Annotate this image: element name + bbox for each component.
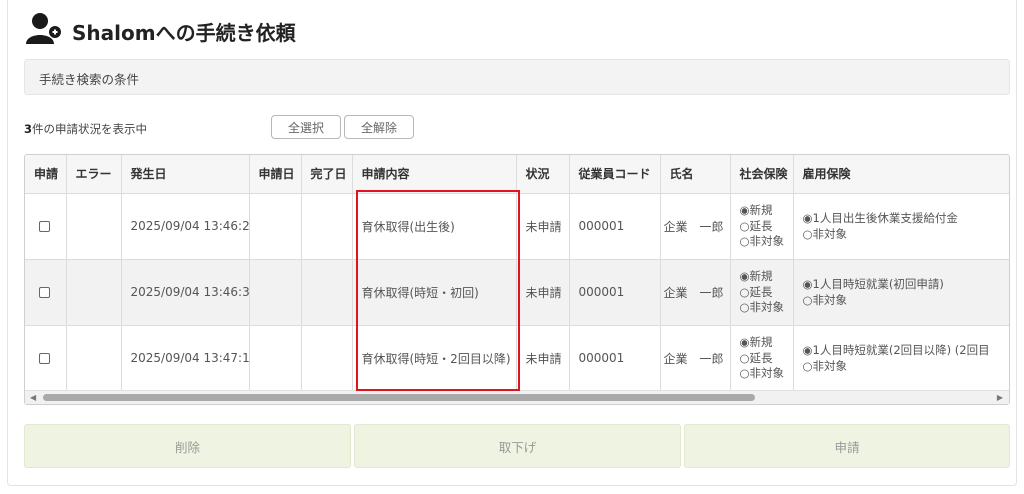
cell-status: 未申請 bbox=[516, 259, 570, 326]
col-header-completed: 完了日 bbox=[301, 155, 353, 194]
table-header-row: 申請 エラー 発生日 申請日 完了日 申請内容 状況 従業員コード 氏名 社会保… bbox=[25, 155, 1009, 194]
cell-name: 企業 一郎 bbox=[660, 259, 731, 326]
radio-employment-option[interactable]: ◉1人目時短就業(2回目以降) (2回目 bbox=[803, 343, 1010, 359]
cell-error bbox=[66, 193, 122, 260]
cell-name: 企業 一郎 bbox=[660, 325, 731, 392]
row-checkbox[interactable] bbox=[39, 353, 50, 364]
radio-not-applicable[interactable]: ○非対象 bbox=[740, 366, 793, 382]
social-insurance-options: ◉新規 ○延長 ○非対象 bbox=[730, 193, 794, 260]
cell-status: 未申請 bbox=[516, 325, 570, 392]
cell-employee-code: 000001 bbox=[569, 193, 661, 260]
cell-occurred: 2025/09/04 13:46:23 bbox=[121, 193, 250, 260]
request-table: 申請 エラー 発生日 申請日 完了日 申請内容 状況 従業員コード 氏名 社会保… bbox=[24, 154, 1010, 405]
delete-button[interactable]: 削除 bbox=[24, 424, 351, 468]
user-add-icon bbox=[24, 12, 70, 46]
radio-new[interactable]: ◉新規 bbox=[740, 203, 793, 219]
result-count-number: 3 bbox=[24, 122, 33, 136]
radio-new[interactable]: ◉新規 bbox=[740, 335, 793, 351]
result-count: 3件の申請状況を表示中 bbox=[24, 121, 147, 137]
select-all-button[interactable]: 全選択 bbox=[271, 115, 341, 139]
cell-completed bbox=[301, 325, 353, 392]
radio-employment-not-applicable[interactable]: ○非対象 bbox=[803, 227, 1010, 243]
scroll-right-arrow-icon[interactable]: ▶ bbox=[997, 393, 1003, 402]
employment-insurance-options: ◉1人目時短就業(初回申請) ○非対象 bbox=[793, 259, 1010, 326]
withdraw-button[interactable]: 取下げ bbox=[354, 424, 681, 468]
col-header-employment-insurance: 雇用保険 bbox=[793, 155, 1009, 194]
employment-insurance-options: ◉1人目出生後休業支援給付金 ○非対象 bbox=[793, 193, 1010, 260]
page-title: Shalomへの手続き依頼 bbox=[72, 21, 296, 45]
page-header: Shalomへの手続き依頼 bbox=[24, 10, 296, 46]
search-conditions-label: 手続き検索の条件 bbox=[39, 72, 140, 87]
radio-extend[interactable]: ○延長 bbox=[740, 351, 793, 367]
employment-insurance-options: ◉1人目時短就業(2回目以降) (2回目 ○非対象 bbox=[793, 325, 1010, 392]
cell-completed bbox=[301, 193, 353, 260]
cell-content: 育休取得(時短・初回) bbox=[352, 259, 517, 326]
col-header-applied: 申請日 bbox=[249, 155, 302, 194]
cell-applied bbox=[249, 193, 302, 260]
col-header-error: エラー bbox=[66, 155, 122, 194]
cell-occurred: 2025/09/04 13:46:36 bbox=[121, 259, 250, 326]
table-row: 2025/09/04 13:47:15 育休取得(時短・2回目以降) 未申請 0… bbox=[25, 325, 1010, 392]
radio-employment-option[interactable]: ◉1人目時短就業(初回申請) bbox=[803, 277, 1010, 293]
col-header-social-insurance: 社会保険 bbox=[730, 155, 794, 194]
col-header-occurred: 発生日 bbox=[121, 155, 250, 194]
scrollbar-thumb[interactable] bbox=[43, 394, 755, 401]
cell-error bbox=[66, 259, 122, 326]
radio-new[interactable]: ◉新規 bbox=[740, 269, 793, 285]
scroll-left-arrow-icon[interactable]: ◀ bbox=[30, 393, 36, 402]
col-header-employee-code: 従業員コード bbox=[569, 155, 661, 194]
table-row: 2025/09/04 13:46:36 育休取得(時短・初回) 未申請 0000… bbox=[25, 259, 1010, 326]
cell-employee-code: 000001 bbox=[569, 325, 661, 392]
cell-occurred: 2025/09/04 13:47:15 bbox=[121, 325, 250, 392]
col-header-status: 状況 bbox=[516, 155, 570, 194]
cell-name: 企業 一郎 bbox=[660, 193, 731, 260]
cell-content: 育休取得(時短・2回目以降) bbox=[352, 325, 517, 392]
col-header-apply: 申請 bbox=[25, 155, 67, 194]
cell-applied bbox=[249, 259, 302, 326]
social-insurance-options: ◉新規 ○延長 ○非対象 bbox=[730, 325, 794, 392]
cell-applied bbox=[249, 325, 302, 392]
table-row: 2025/09/04 13:46:23 育休取得(出生後) 未申請 000001… bbox=[25, 193, 1010, 260]
radio-extend[interactable]: ○延長 bbox=[740, 285, 793, 301]
horizontal-scrollbar[interactable]: ◀ ▶ bbox=[25, 390, 1009, 404]
radio-employment-not-applicable[interactable]: ○非対象 bbox=[803, 293, 1010, 309]
col-header-name: 氏名 bbox=[660, 155, 731, 194]
cell-employee-code: 000001 bbox=[569, 259, 661, 326]
cell-error bbox=[66, 325, 122, 392]
radio-employment-not-applicable[interactable]: ○非対象 bbox=[803, 359, 1010, 375]
apply-button[interactable]: 申請 bbox=[684, 424, 1010, 468]
cell-completed bbox=[301, 259, 353, 326]
row-checkbox[interactable] bbox=[39, 287, 50, 298]
search-conditions-panel[interactable]: 手続き検索の条件 bbox=[24, 59, 1010, 95]
radio-extend[interactable]: ○延長 bbox=[740, 219, 793, 235]
row-checkbox[interactable] bbox=[39, 221, 50, 232]
radio-employment-option[interactable]: ◉1人目出生後休業支援給付金 bbox=[803, 211, 1010, 227]
result-count-text: 件の申請状況を表示中 bbox=[32, 122, 148, 136]
cell-status: 未申請 bbox=[516, 193, 570, 260]
cell-content: 育休取得(出生後) bbox=[352, 193, 517, 260]
social-insurance-options: ◉新規 ○延長 ○非対象 bbox=[730, 259, 794, 326]
col-header-content: 申請内容 bbox=[352, 155, 517, 194]
radio-not-applicable[interactable]: ○非対象 bbox=[740, 300, 793, 316]
radio-not-applicable[interactable]: ○非対象 bbox=[740, 234, 793, 250]
clear-all-button[interactable]: 全解除 bbox=[344, 115, 414, 139]
